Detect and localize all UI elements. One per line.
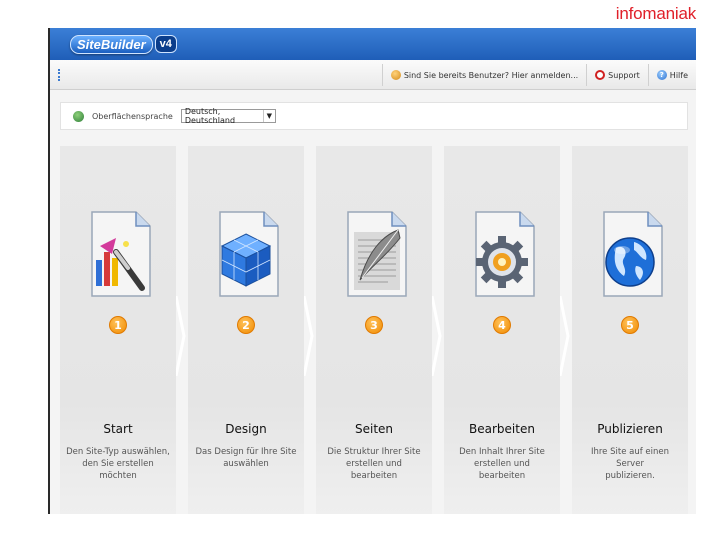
help-link-label: Hilfe bbox=[669, 70, 688, 80]
step-number-badge: 3 bbox=[365, 316, 383, 334]
step-description-line: auswählen bbox=[223, 459, 269, 469]
step-description-line: Die Struktur Ihrer Site bbox=[327, 447, 421, 457]
toolbar-divider bbox=[586, 64, 588, 86]
login-link-label: Sind Sie bereits Benutzer? Hier anmelden… bbox=[403, 70, 579, 80]
step-description: Den Site-Typ auswählen, den Sie erstelle… bbox=[60, 446, 176, 482]
step-start[interactable]: 1 Start Den Site-Typ auswählen, den Sie … bbox=[60, 146, 176, 514]
step-description-line: Das Design für Ihre Site bbox=[195, 447, 297, 457]
step-description: Die Struktur Ihrer Site erstellen und be… bbox=[316, 446, 432, 482]
step-description-line: Ihre Site auf einen Server bbox=[590, 447, 670, 469]
language-selector-row: Oberflächensprache Deutsch, Deutschland … bbox=[60, 102, 688, 130]
step-description-line: erstellen und bearbeiten bbox=[474, 459, 530, 481]
toolbar: Sind Sie bereits Benutzer? Hier anmelden… bbox=[50, 60, 696, 90]
sitebuilder-logo: SiteBuilder v4 bbox=[70, 34, 177, 54]
logo-version-badge: v4 bbox=[154, 35, 177, 53]
step-description: Das Design für Ihre Site auswählen bbox=[188, 446, 304, 470]
chevron-right-icon bbox=[176, 296, 186, 376]
brand-logo-text: infomaniak bbox=[615, 4, 696, 23]
chevron-down-icon[interactable]: ▼ bbox=[262, 110, 275, 122]
toolbar-grip-icon[interactable] bbox=[58, 69, 64, 81]
step-description-line: publizieren. bbox=[605, 471, 655, 481]
step-number-badge: 4 bbox=[493, 316, 511, 334]
step-description-line: erstellen und bearbeiten bbox=[346, 459, 402, 481]
language-dropdown-value: Deutsch, Deutschland bbox=[184, 107, 236, 125]
step-title: Design bbox=[225, 422, 267, 436]
step-number-badge: 1 bbox=[109, 316, 127, 334]
step-description-line: den Sie erstellen möchten bbox=[82, 459, 154, 481]
language-dropdown[interactable]: Deutsch, Deutschland ▼ bbox=[180, 107, 276, 125]
toolbar-divider bbox=[647, 64, 649, 86]
logo-text: SiteBuilder bbox=[70, 34, 153, 54]
globe-publish-icon bbox=[603, 211, 663, 297]
step-design[interactable]: 2 Design Das Design für Ihre Site auswäh… bbox=[188, 146, 304, 514]
support-link-label: Support bbox=[608, 70, 640, 80]
step-title: Bearbeiten bbox=[469, 422, 535, 436]
step-publizieren[interactable]: 5 Publizieren Ihre Site auf einen Server… bbox=[572, 146, 688, 514]
header-bar: SiteBuilder v4 bbox=[50, 28, 696, 60]
step-seiten[interactable]: 3 Seiten Die Struktur Ihrer Site erstell… bbox=[316, 146, 432, 514]
lifebuoy-icon bbox=[595, 70, 606, 80]
toolbar-divider bbox=[381, 64, 383, 86]
help-icon: ? bbox=[656, 70, 667, 80]
login-link[interactable]: Sind Sie bereits Benutzer? Hier anmelden… bbox=[390, 70, 579, 80]
step-title: Seiten bbox=[354, 422, 394, 436]
chevron-right-icon bbox=[560, 296, 570, 376]
sitebuilder-window: SiteBuilder v4 Sind Sie bereits Benutzer… bbox=[48, 28, 696, 514]
step-title: Publizieren bbox=[597, 422, 663, 436]
wizard-tools-icon bbox=[91, 211, 151, 297]
step-description-line: Den Inhalt Ihrer Site bbox=[459, 447, 545, 457]
support-link[interactable]: Support bbox=[595, 70, 640, 80]
gear-edit-icon bbox=[475, 211, 535, 297]
cube-design-icon bbox=[219, 211, 279, 297]
language-label: Oberflächensprache bbox=[92, 111, 173, 121]
toolbar-right-group: Sind Sie bereits Benutzer? Hier anmelden… bbox=[378, 60, 688, 90]
step-description-line: Den Site-Typ auswählen, bbox=[66, 447, 170, 457]
step-number-badge: 2 bbox=[237, 316, 255, 334]
chevron-right-icon bbox=[304, 296, 314, 376]
step-description: Den Inhalt Ihrer Site erstellen und bear… bbox=[444, 446, 560, 482]
step-description: Ihre Site auf einen Server publizieren. bbox=[572, 446, 688, 482]
quill-document-icon bbox=[347, 211, 407, 297]
step-bearbeiten[interactable]: 4 Bearbeiten Den Inhalt Ihrer Site erste… bbox=[444, 146, 560, 514]
chevron-right-icon bbox=[432, 296, 442, 376]
globe-icon bbox=[73, 110, 84, 122]
help-link[interactable]: ? Hilfe bbox=[656, 70, 688, 80]
step-title: Start bbox=[103, 422, 133, 436]
user-icon bbox=[390, 70, 401, 80]
wizard-steps: 1 Start Den Site-Typ auswählen, den Sie … bbox=[60, 146, 688, 514]
page: infomaniak SiteBuilder v4 Sind Sie berei… bbox=[0, 0, 720, 540]
step-number-badge: 5 bbox=[621, 316, 639, 334]
